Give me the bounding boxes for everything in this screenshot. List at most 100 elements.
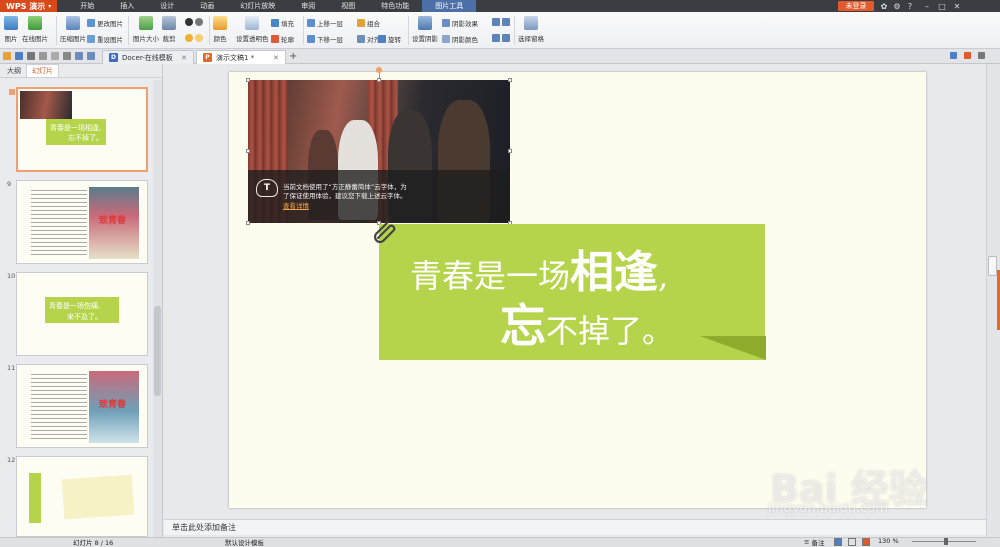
contrast-icon [185, 18, 193, 26]
canvas-scroll-thumb[interactable] [988, 256, 997, 276]
save-icon[interactable] [15, 52, 23, 60]
resize-handle[interactable] [377, 78, 381, 82]
thumb-green-strip [29, 473, 41, 523]
resize-handle[interactable] [508, 78, 512, 82]
close-icon[interactable]: ✕ [951, 0, 963, 12]
menu-insert[interactable]: 插入 [107, 0, 147, 12]
tab-document[interactable]: P 演示文稿1 * ✕ [196, 50, 286, 64]
slideshow-icon[interactable] [862, 538, 870, 546]
set-shadow-button[interactable]: 设置阴影 [412, 16, 438, 43]
crop-button[interactable]: 裁剪 [162, 16, 176, 43]
settings-icon[interactable]: ⚙ [891, 0, 903, 12]
menu-view[interactable]: 视图 [328, 0, 368, 12]
tab-outline[interactable]: 大纲 [2, 65, 26, 77]
print-preview-icon[interactable] [39, 52, 47, 60]
set-transparent-label: 设置透明色 [236, 35, 269, 43]
bring-forward-button[interactable]: 上移一层 [307, 18, 343, 28]
tab-docer[interactable]: D Docer-在线模板 ✕ [102, 50, 194, 64]
color-button[interactable]: 颜色 [213, 16, 227, 43]
panel-scroll-thumb[interactable] [154, 306, 161, 396]
menu-features[interactable]: 特色功能 [368, 0, 422, 12]
close-icon[interactable]: ✕ [181, 54, 187, 62]
help-icon[interactable]: ? [904, 0, 916, 12]
shadow-effect-button[interactable]: 阴影效果 [442, 18, 478, 28]
print-icon[interactable] [27, 52, 35, 60]
shadow-nudge-button[interactable] [492, 18, 510, 26]
thumb-text-line1: 青春是一场相逢, [50, 124, 102, 132]
shadow-color-icon [442, 35, 450, 43]
title-text-line2[interactable]: 忘不掉了。 [500, 290, 674, 356]
undo-icon[interactable] [75, 52, 83, 60]
slide-thumbnail-11[interactable]: 致青春 [16, 364, 148, 448]
slide-thumbnail-8[interactable]: 青春是一场相逢, 忘不掉了。 [16, 87, 148, 172]
status-notes-button[interactable]: ≡ 备注 [804, 537, 824, 547]
crop-label: 裁剪 [162, 35, 176, 43]
compress-picture-button[interactable]: 压缩图片 [60, 16, 86, 43]
contrast-button[interactable] [185, 18, 203, 26]
maximize-icon[interactable]: □ [936, 0, 948, 12]
picture-size-button[interactable]: 图片大小 [133, 16, 159, 43]
send-backward-button[interactable]: 下移一层 [307, 34, 343, 44]
brightness-icon [185, 34, 193, 42]
slide-thumbnail-12[interactable] [16, 456, 148, 537]
resize-handle[interactable] [508, 149, 512, 153]
close-icon[interactable]: ✕ [273, 54, 279, 62]
brightness-button[interactable] [185, 34, 203, 42]
rotate-button[interactable]: 旋转 [378, 34, 401, 44]
notes-placeholder[interactable]: 单击此处添加备注 [172, 522, 236, 533]
notes-pane[interactable] [164, 519, 986, 535]
tab-menu-icon[interactable] [964, 52, 971, 59]
tab-close-all-icon[interactable] [978, 52, 985, 59]
slide-number: 12 [7, 456, 16, 464]
fill-button[interactable]: 填充 [271, 18, 294, 28]
group-button[interactable]: 组合 [357, 18, 380, 28]
reset-picture-button[interactable]: 重设图片 [87, 34, 123, 44]
normal-view-icon[interactable] [834, 538, 842, 546]
reset-picture-icon [87, 35, 95, 43]
new-tab-button[interactable]: + [289, 51, 297, 62]
menu-review[interactable]: 审阅 [288, 0, 328, 12]
resize-handle[interactable] [246, 221, 250, 225]
outline-label: 轮廓 [281, 36, 294, 44]
status-template-name[interactable]: 默认设计模板 [225, 537, 264, 547]
paste-icon[interactable] [63, 52, 71, 60]
tab-list-icon[interactable] [950, 52, 957, 59]
redo-icon[interactable] [87, 52, 95, 60]
align-button[interactable]: 对齐 [357, 34, 380, 44]
ribbon-separator [303, 16, 304, 45]
picture-icon [4, 16, 18, 30]
insert-picture-button[interactable]: 图片 [4, 16, 18, 43]
menu-slideshow[interactable]: 幻灯片放映 [227, 0, 288, 12]
shadow-color-button[interactable]: 阴影颜色 [442, 34, 478, 44]
menu-animation[interactable]: 动画 [187, 0, 227, 12]
slide-sorter-icon[interactable] [848, 538, 856, 546]
resize-handle[interactable] [246, 149, 250, 153]
app-menu-button[interactable]: WPS 演示 ▾ [0, 0, 58, 12]
selection-pane-button[interactable]: 选择窗格 [518, 16, 544, 43]
slide-thumbnail-10[interactable]: 青春是一场伤痛, 来不及了。 [16, 272, 148, 356]
rotate-handle[interactable] [376, 67, 382, 73]
minimize-icon[interactable]: – [921, 0, 933, 12]
outline-button[interactable]: 轮廓 [271, 34, 294, 44]
login-button[interactable]: 未登录 [838, 1, 874, 11]
copy-icon[interactable] [51, 52, 59, 60]
menu-design[interactable]: 设计 [147, 0, 187, 12]
shadow-nudge-side-button[interactable] [492, 34, 510, 42]
menu-picture-tools[interactable]: 图片工具 [422, 0, 477, 12]
slide-thumbnail-9[interactable]: 致青春 [16, 180, 148, 264]
menu-home[interactable]: 开始 [67, 0, 107, 12]
notice-details-link[interactable]: 查看详情 [283, 200, 309, 210]
change-picture-button[interactable]: 更改图片 [87, 18, 123, 28]
group-icon [357, 19, 365, 27]
fill-label: 填充 [281, 20, 294, 28]
resize-handle[interactable] [246, 78, 250, 82]
tab-slides[interactable]: 幻灯片 [26, 64, 59, 77]
online-picture-button[interactable]: 在线图片 [22, 16, 48, 43]
title-line2-part-b: 不掉了。 [546, 312, 675, 350]
open-folder-icon[interactable] [3, 52, 11, 60]
zoom-level[interactable]: 130 % [878, 537, 899, 545]
skin-icon[interactable]: ✿ [878, 0, 890, 12]
set-transparent-button[interactable]: 设置透明色 [236, 16, 269, 43]
zoom-slider-knob[interactable] [944, 538, 948, 545]
thumb-text-line2: 忘不掉了。 [68, 134, 103, 142]
